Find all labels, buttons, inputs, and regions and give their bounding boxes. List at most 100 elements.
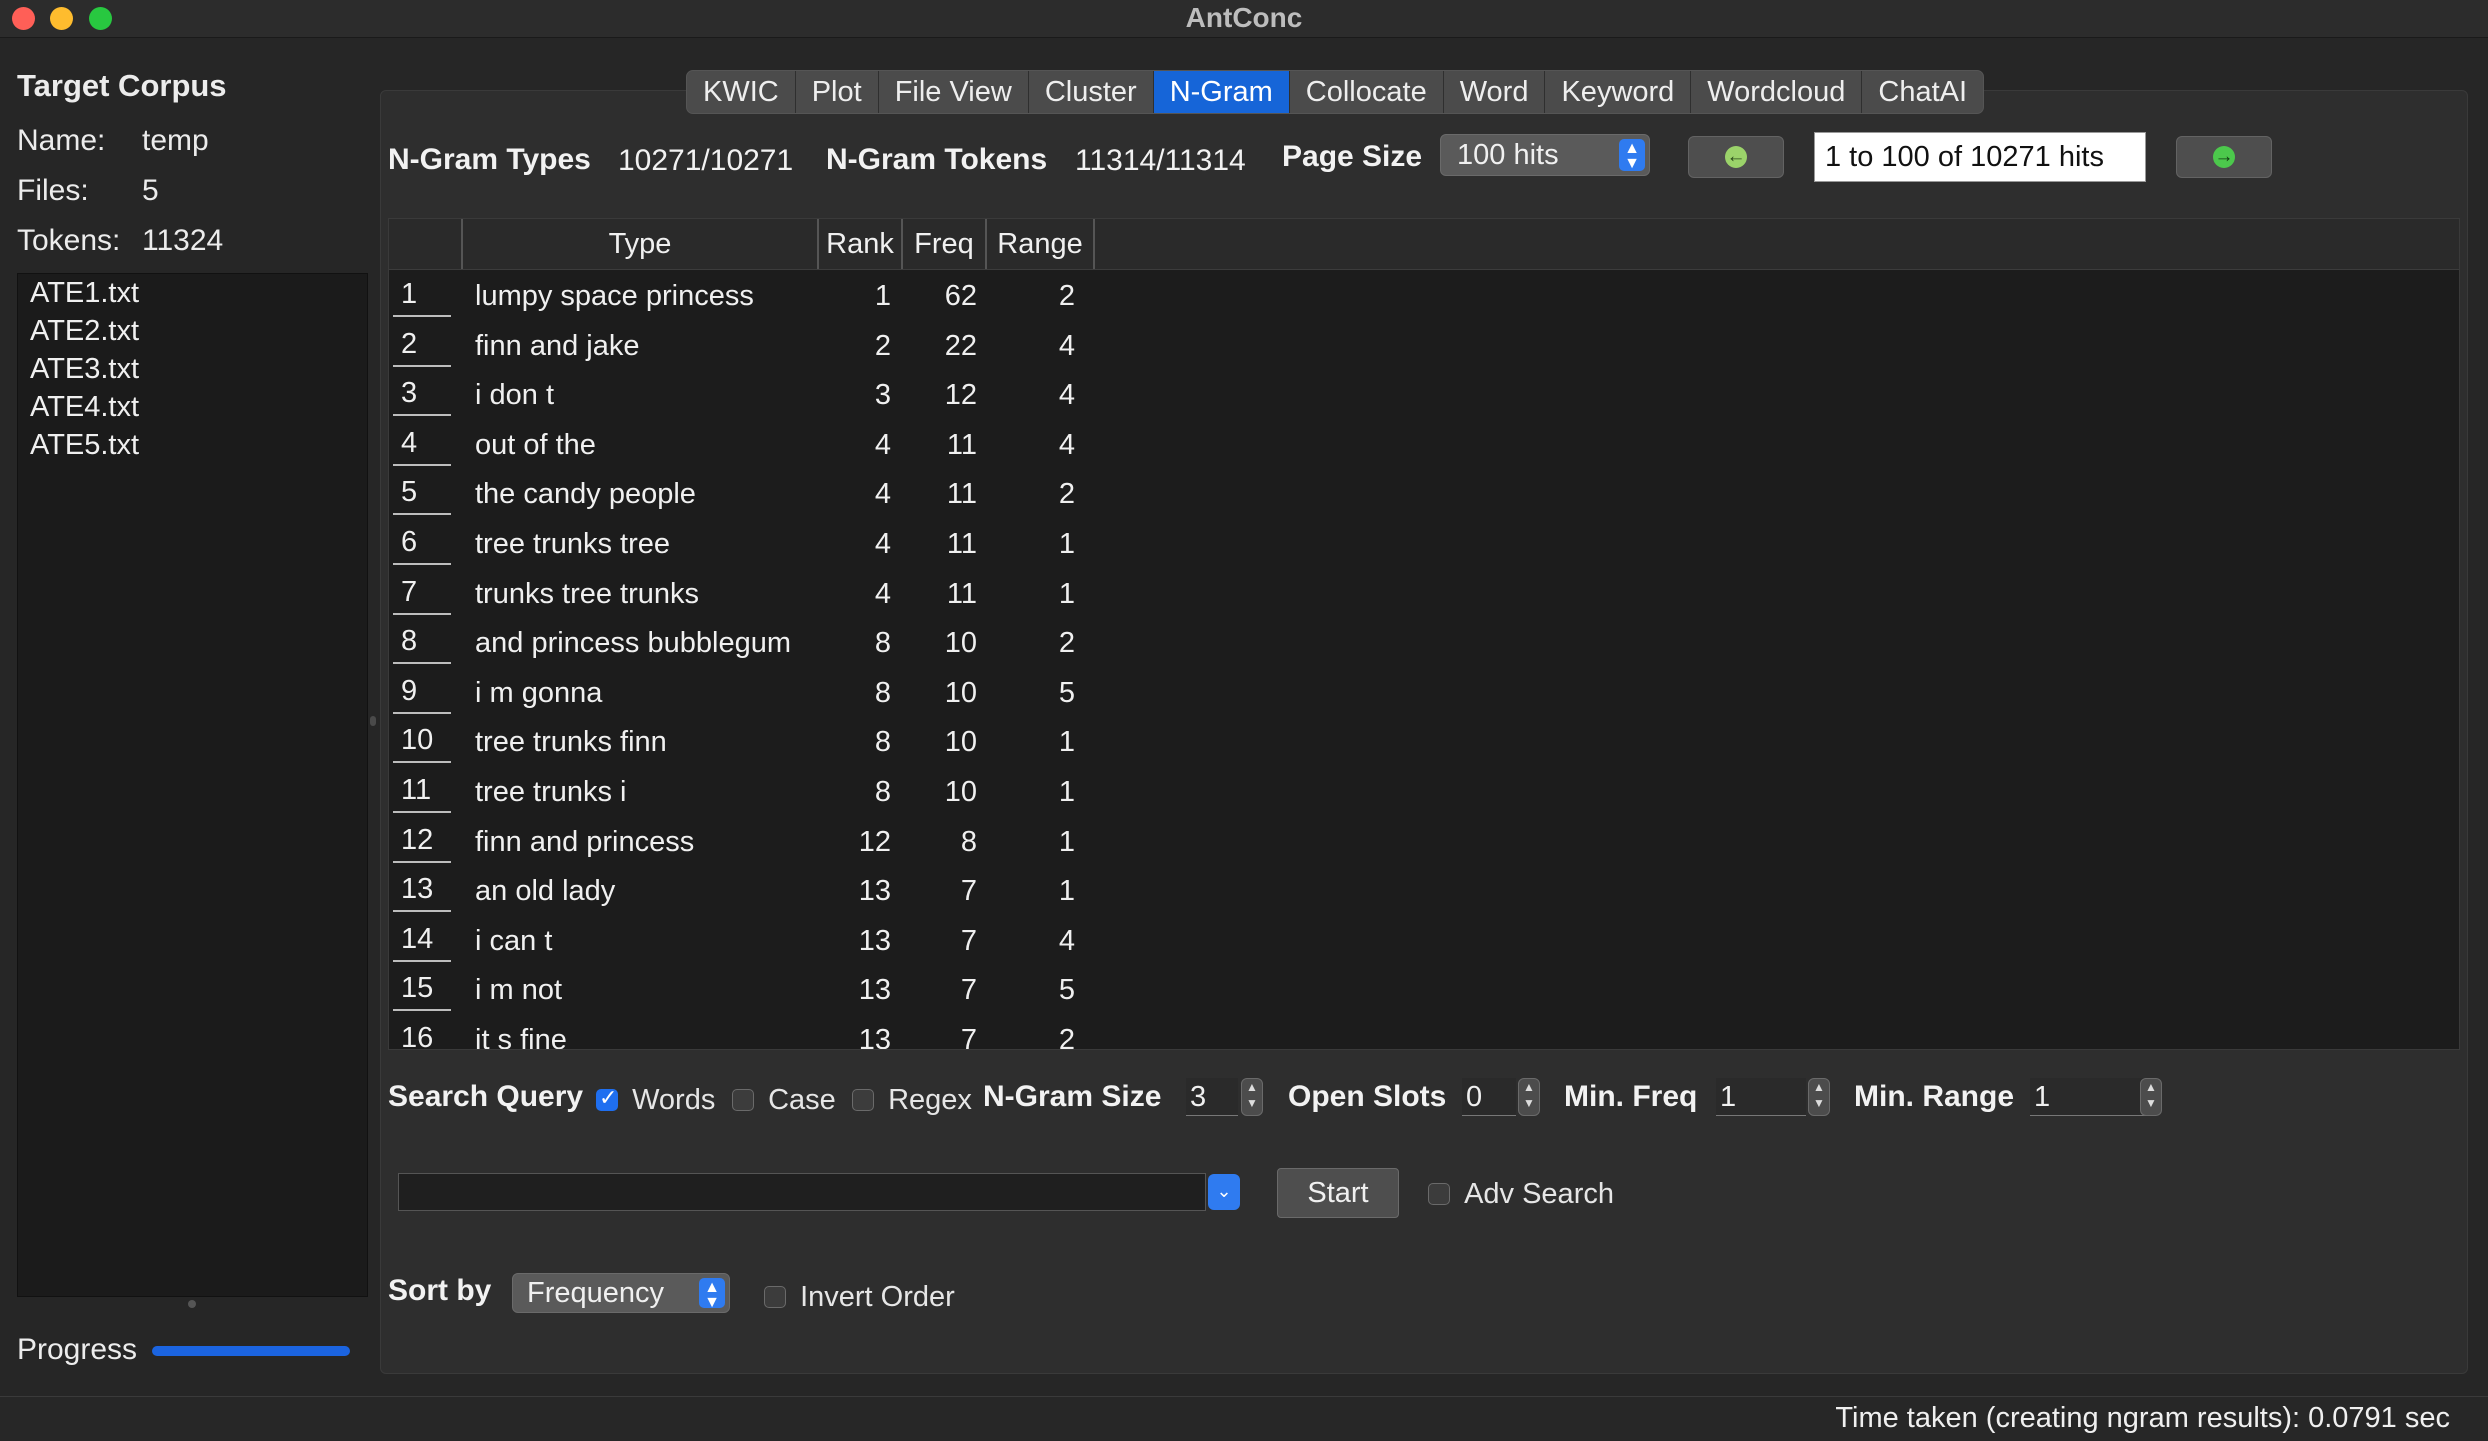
hits-range-field[interactable]: 1 to 100 of 10271 hits <box>1814 132 2146 182</box>
ngram-rank: 2 <box>874 329 891 362</box>
table-row[interactable]: 15 i m not 13 7 5 <box>389 965 2459 1015</box>
table-row[interactable]: 10 tree trunks finn 8 10 1 <box>389 717 2459 767</box>
panel-splitter-icon[interactable] <box>370 716 376 726</box>
chevron-down-icon[interactable]: ⌄ <box>1208 1174 1240 1210</box>
tab-word[interactable]: Word <box>1444 71 1546 113</box>
sort-by-select[interactable]: Frequency ▲ ▼ <box>512 1273 730 1313</box>
tab-wordcloud[interactable]: Wordcloud <box>1691 71 1863 113</box>
target-corpus-heading: Target Corpus <box>17 68 227 103</box>
corpus-name-value: temp <box>142 124 209 157</box>
words-checkbox[interactable] <box>596 1085 618 1112</box>
ngram-rank: 12 <box>858 825 891 858</box>
table-row[interactable]: 8 and princess bubblegum 8 10 2 <box>389 618 2459 668</box>
case-option[interactable]: Case <box>732 1083 836 1117</box>
ngram-rank: 13 <box>858 924 891 957</box>
table-row[interactable]: 12 finn and princess 12 8 1 <box>389 817 2459 867</box>
table-row[interactable]: 11 tree trunks i 8 10 1 <box>389 767 2459 817</box>
ngram-types-value: 10271/10271 <box>618 144 794 177</box>
table-row[interactable]: 16 it s fine 13 7 2 <box>389 1015 2459 1050</box>
splitter-handle-icon[interactable] <box>188 1300 196 1308</box>
ngram-range: 4 <box>1058 428 1075 461</box>
table-row[interactable]: 13 an old lady 13 7 1 <box>389 866 2459 916</box>
ngram-freq: 7 <box>960 875 977 908</box>
row-index: 1 <box>393 271 451 317</box>
invert-order-checkbox[interactable] <box>764 1286 786 1309</box>
ngram-freq: 10 <box>944 726 977 759</box>
tab-n-gram[interactable]: N-Gram <box>1153 71 1290 113</box>
ngram-range: 1 <box>1058 776 1075 808</box>
tab-cluster[interactable]: Cluster <box>1029 71 1154 113</box>
ngram-range: 1 <box>1058 726 1075 759</box>
table-row[interactable]: 4 out of the 4 11 4 <box>389 420 2459 470</box>
ngram-rank: 13 <box>858 974 891 1007</box>
tab-plot[interactable]: Plot <box>796 71 879 113</box>
previous-page-button[interactable]: ← <box>1688 136 1784 178</box>
status-text: Time taken (creating ngram results): 0.0… <box>1835 1402 2450 1434</box>
start-button[interactable]: Start <box>1277 1168 1399 1218</box>
row-index: 9 <box>393 668 451 714</box>
open-slots-field[interactable]: 0 <box>1462 1078 1516 1116</box>
adv-search-option[interactable]: Adv Search <box>1428 1177 1614 1211</box>
corpus-file-item[interactable]: ATE4.txt <box>18 388 367 426</box>
case-checkbox[interactable] <box>732 1089 754 1112</box>
words-option[interactable]: Words <box>596 1083 715 1117</box>
ngram-rank: 4 <box>874 528 891 560</box>
ngram-size-stepper[interactable]: ▲ ▼ <box>1241 1078 1263 1116</box>
ngram-freq: 7 <box>960 924 977 957</box>
corpus-file-item[interactable]: ATE3.txt <box>18 350 367 388</box>
corpus-file-item[interactable]: ATE5.txt <box>18 426 367 464</box>
tab-keyword[interactable]: Keyword <box>1545 71 1692 113</box>
table-row[interactable]: 6 tree trunks tree 4 11 1 <box>389 519 2459 569</box>
open-slots-stepper[interactable]: ▲ ▼ <box>1518 1078 1540 1116</box>
ngram-size-field[interactable]: 3 <box>1186 1078 1238 1116</box>
table-row[interactable]: 2 finn and jake 2 22 4 <box>389 321 2459 371</box>
ngram-tokens-value: 11314/11314 <box>1075 144 1246 177</box>
ngram-tokens-label: N-Gram Tokens <box>826 143 1048 176</box>
column-header-rank[interactable]: Rank <box>819 219 903 269</box>
ngram-range: 2 <box>1058 1024 1075 1050</box>
tab-collocate[interactable]: Collocate <box>1290 71 1444 113</box>
min-freq-field[interactable]: 1 <box>1716 1078 1806 1116</box>
corpus-file-item[interactable]: ATE1.txt <box>18 274 367 312</box>
tab-kwic[interactable]: KWIC <box>687 71 796 113</box>
regex-option[interactable]: Regex <box>852 1083 972 1117</box>
ngram-range: 5 <box>1058 974 1075 1007</box>
corpus-name-label: Name: <box>17 124 106 157</box>
corpus-file-list[interactable]: ATE1.txt ATE2.txt ATE3.txt ATE4.txt ATE5.txt <box>17 273 368 1297</box>
search-query-input[interactable] <box>398 1173 1206 1211</box>
table-row[interactable]: 7 trunks tree trunks 4 11 1 <box>389 569 2459 619</box>
tab-chatai[interactable]: ChatAI <box>1862 71 1983 113</box>
regex-checkbox[interactable] <box>852 1089 874 1112</box>
window-title: AntConc <box>1185 2 1303 33</box>
ngram-freq: 11 <box>946 428 977 461</box>
tab-file-view[interactable]: File View <box>879 71 1029 113</box>
column-header-type[interactable]: Type <box>463 219 819 269</box>
ngram-rank: 3 <box>874 379 891 412</box>
adv-search-checkbox[interactable] <box>1428 1183 1450 1206</box>
adv-search-label: Adv Search <box>1464 1177 1614 1210</box>
next-page-button[interactable]: → <box>2176 136 2272 178</box>
ngram-range: 5 <box>1058 676 1075 709</box>
page-size-select[interactable]: 100 hits ▲ ▼ <box>1440 134 1650 176</box>
tool-tabs: KWIC Plot File View Cluster N-Gram Collocate W… <box>686 70 1985 114</box>
arrow-left-icon: ← <box>1725 146 1747 168</box>
table-row[interactable]: 14 i can t 13 7 4 <box>389 916 2459 966</box>
invert-order-option[interactable]: Invert Order <box>764 1280 955 1314</box>
min-range-label: Min. Range <box>1854 1080 2015 1113</box>
results-table[interactable]: Type Rank Freq Range 1 lumpy space prince… <box>388 218 2460 1050</box>
ngram-rank: 8 <box>874 676 891 709</box>
corpus-file-item[interactable]: ATE2.txt <box>18 312 367 350</box>
min-freq-stepper[interactable]: ▲ ▼ <box>1808 1078 1830 1116</box>
ngram-freq: 62 <box>944 280 977 312</box>
table-row[interactable]: 1 lumpy space princess 1 62 2 <box>389 271 2459 321</box>
ngram-range: 2 <box>1058 280 1075 312</box>
ngram-range: 2 <box>1058 627 1075 660</box>
min-range-field[interactable]: 1 <box>2030 1078 2148 1116</box>
min-range-stepper[interactable]: ▲ ▼ <box>2140 1078 2162 1116</box>
table-row[interactable]: 3i don t 3 12 4 <box>389 370 2459 420</box>
column-header-freq[interactable]: Freq <box>903 219 987 269</box>
row-index: 5 <box>393 469 451 516</box>
column-header-range[interactable]: Range <box>987 219 1095 269</box>
table-row[interactable]: 9i m gonna 8 10 5 <box>389 668 2459 718</box>
table-row[interactable]: 5 the candy people 4 11 2 <box>389 469 2459 519</box>
